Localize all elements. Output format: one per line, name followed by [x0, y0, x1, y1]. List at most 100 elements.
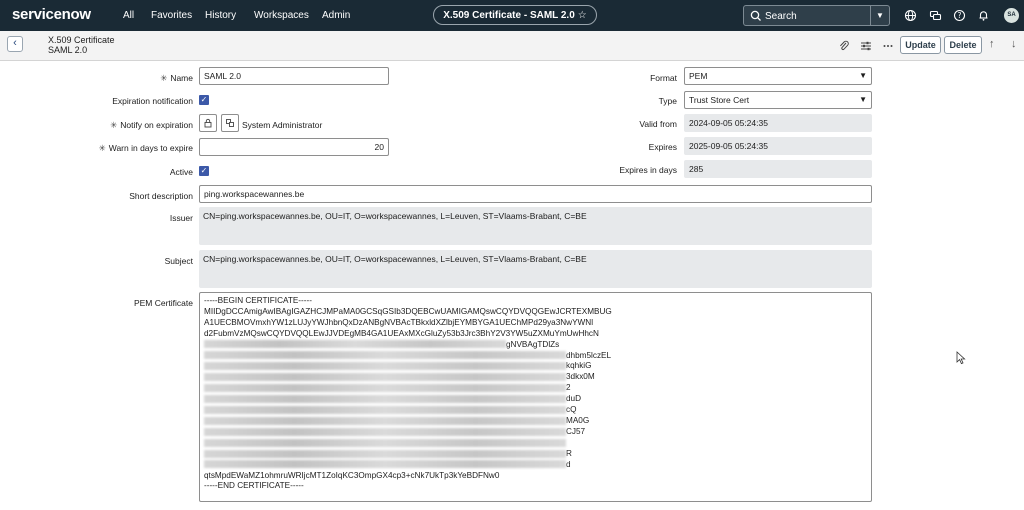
menu-favorites[interactable]: Favorites — [151, 10, 192, 21]
pem-line: -----BEGIN CERTIFICATE----- — [204, 296, 312, 305]
pem-line: MIIDgDCCAmigAwIBAgIGAZHCJMPaMA0GCSqGSIb3… — [204, 306, 612, 316]
user-avatar[interactable]: SA — [1004, 8, 1019, 23]
required-asterisk-icon: ✳ — [110, 120, 118, 130]
servicenow-logo[interactable]: servicenow — [12, 6, 91, 23]
more-options-icon[interactable] — [882, 40, 894, 52]
issuer-value: CN=ping.workspacewannes.be, OU=IT, O=wor… — [199, 207, 872, 245]
redacted-block — [204, 362, 566, 371]
lock-icon — [204, 118, 212, 128]
active-label: Active — [169, 167, 193, 177]
pem-line-redacted: gNVBAgTDlZs — [204, 340, 867, 351]
menu-workspaces[interactable]: Workspaces — [254, 10, 309, 21]
expires-label: Expires — [648, 142, 677, 152]
expires-in-days-value: 285 — [684, 160, 872, 178]
checkmark-icon: ✓ — [200, 166, 208, 175]
redacted-block — [204, 416, 566, 425]
pem-line-redacted: 3dkx0M — [204, 372, 867, 383]
issuer-label: Issuer — [169, 213, 193, 223]
pem-line: -----END CERTIFICATE----- — [204, 481, 304, 491]
format-label: Format — [650, 73, 677, 83]
warn-days-input[interactable]: 20 — [199, 138, 389, 156]
pem-line-redacted: R — [204, 449, 867, 460]
bell-icon[interactable] — [977, 9, 990, 22]
name-input[interactable]: SAML 2.0 — [199, 67, 389, 85]
subject-value: CN=ping.workspacewannes.be, OU=IT, O=wor… — [199, 250, 872, 288]
pem-certificate-label: PEM Certificate — [133, 298, 193, 308]
user-add-icon — [226, 119, 234, 127]
pem-line-redacted: CJ57 — [204, 427, 867, 438]
type-label: Type — [658, 96, 677, 106]
pem-line-redacted: kqhkiG — [204, 361, 867, 372]
record-title: X.509 Certificate SAML 2.0 — [48, 35, 115, 55]
top-navigation-bar: servicenow All Favorites History Workspa… — [0, 0, 1024, 31]
update-button[interactable]: Update — [900, 36, 941, 54]
search-icon — [750, 10, 761, 21]
notify-on-expiration-label: ✳ Notify on expiration — [110, 120, 193, 130]
redacted-block — [204, 340, 506, 349]
redacted-block — [204, 394, 566, 403]
menu-admin[interactable]: Admin — [322, 10, 350, 21]
redacted-block — [204, 373, 566, 382]
svg-text:?: ? — [958, 11, 962, 20]
pem-line-redacted: MA0G — [204, 416, 867, 427]
format-value: PEM — [689, 71, 708, 81]
expires-value: 2025-09-05 05:24:35 — [684, 137, 872, 155]
back-button[interactable]: ‹ — [7, 36, 23, 52]
previous-record-icon[interactable]: ↑ — [989, 38, 995, 50]
chat-icon[interactable] — [929, 9, 942, 22]
delete-button[interactable]: Delete — [944, 36, 982, 54]
lock-button[interactable] — [199, 114, 217, 132]
pem-certificate-textarea[interactable]: -----BEGIN CERTIFICATE----- MIIDgDCCAmigA… — [199, 292, 872, 502]
star-icon[interactable]: ☆ — [578, 10, 587, 21]
redacted-block — [204, 427, 566, 436]
short-description-label: Short description — [129, 191, 193, 201]
paperclip-icon[interactable] — [838, 40, 850, 52]
redacted-block — [204, 351, 566, 360]
chevron-down-icon: ▼ — [859, 71, 867, 80]
menu-history[interactable]: History — [205, 10, 236, 21]
globe-icon[interactable] — [904, 9, 917, 22]
short-description-input[interactable]: ping.workspacewannes.be — [199, 185, 872, 203]
next-record-icon[interactable]: ↓ — [1011, 38, 1017, 50]
expires-in-days-label: Expires in days — [619, 165, 677, 175]
add-me-button[interactable] — [221, 114, 239, 132]
chevron-down-icon: ▼ — [859, 95, 867, 104]
search-input[interactable]: Search — [765, 11, 797, 22]
settings-sliders-icon[interactable] — [860, 40, 872, 52]
valid-from-value: 2024-09-05 05:24:35 — [684, 114, 872, 132]
pem-line-redacted: 2 — [204, 383, 867, 394]
redacted-block — [204, 438, 566, 447]
expiration-notification-label: Expiration notification — [112, 96, 193, 106]
menu-all[interactable]: All — [123, 10, 134, 21]
pem-line-redacted: dhbm5lczEL — [204, 351, 867, 362]
type-select[interactable]: Trust Store Cert ▼ — [684, 91, 872, 109]
search-scope-dropdown-icon[interactable]: ▼ — [870, 6, 889, 25]
record-title-pill[interactable]: X.509 Certificate - SAML 2.0 ☆ — [433, 5, 597, 25]
required-asterisk-icon: ✳ — [160, 73, 168, 83]
help-icon[interactable]: ? — [953, 9, 966, 22]
checkmark-icon: ✓ — [200, 95, 208, 104]
redacted-block — [204, 460, 566, 469]
required-asterisk-icon: ✳ — [98, 143, 106, 153]
notify-value: System Administrator — [242, 120, 323, 130]
record-title-text: X.509 Certificate - SAML 2.0 — [443, 10, 575, 21]
global-search[interactable]: Search ▼ — [743, 5, 890, 26]
pem-line-redacted: cQ — [204, 405, 867, 416]
pem-line-redacted — [204, 438, 867, 449]
pem-line-redacted: d — [204, 460, 867, 471]
format-select[interactable]: PEM ▼ — [684, 67, 872, 85]
pem-line-redacted: duD — [204, 394, 867, 405]
pem-line: qtsMpdEWaMZ1ohmruWRIjcMT1ZoIqKC3OmpGX4cp… — [204, 470, 500, 480]
warn-days-label: ✳ Warn in days to expire — [98, 143, 193, 153]
pem-line: A1UECBMOVmxhYW1zLUJyYWJhbnQxDzANBgNVBAcT… — [204, 317, 594, 327]
valid-from-label: Valid from — [639, 119, 677, 129]
mouse-cursor-icon — [956, 351, 966, 365]
type-value: Trust Store Cert — [689, 95, 750, 105]
expiration-notification-checkbox[interactable]: ✓ — [199, 95, 209, 105]
form-header-bar: ‹ X.509 Certificate SAML 2.0 Update Dele… — [0, 31, 1024, 61]
name-label: ✳ Name — [160, 73, 193, 83]
subject-label: Subject — [164, 256, 193, 266]
active-checkbox[interactable]: ✓ — [199, 166, 209, 176]
record-display-name: SAML 2.0 — [48, 44, 88, 55]
redacted-block — [204, 449, 566, 458]
